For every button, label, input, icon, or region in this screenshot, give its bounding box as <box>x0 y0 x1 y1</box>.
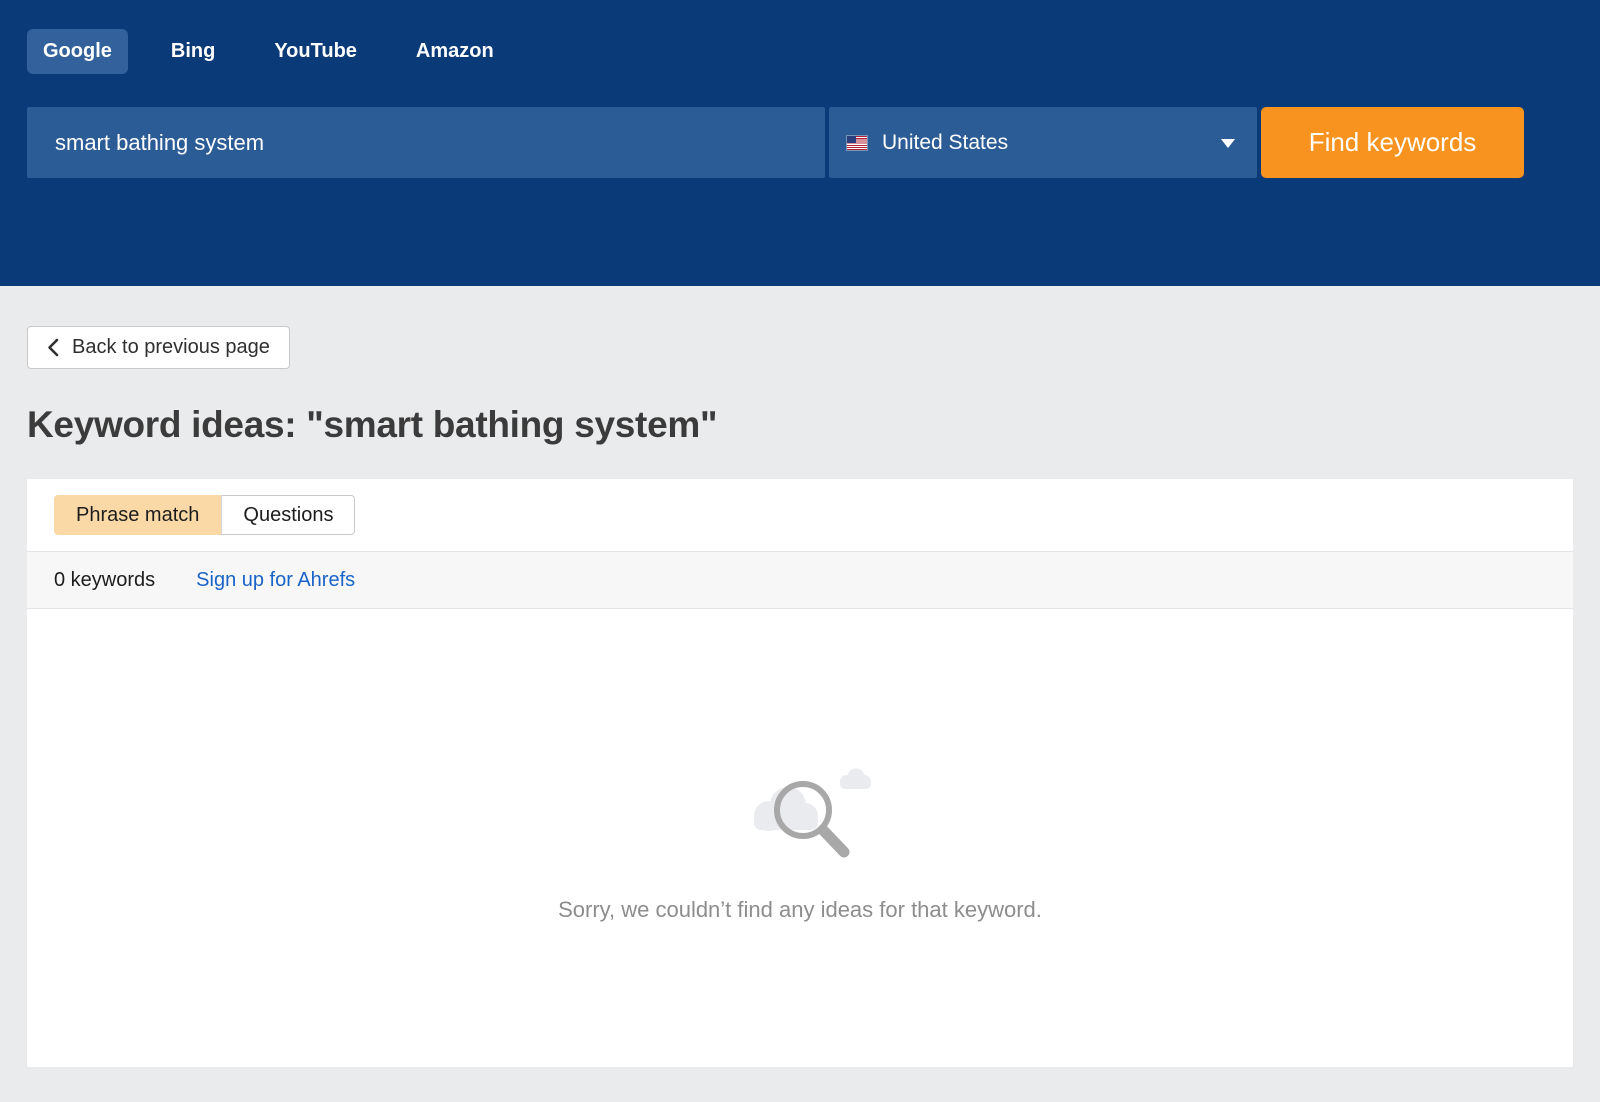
country-label: United States <box>882 131 1008 155</box>
country-select[interactable]: United States <box>829 107 1257 178</box>
keyword-count: 0 keywords <box>54 569 155 592</box>
engine-tab-google[interactable]: Google <box>27 29 128 74</box>
stats-row: 0 keywords Sign up for Ahrefs <box>27 551 1573 609</box>
engine-tab-youtube[interactable]: YouTube <box>258 29 373 74</box>
empty-search-illustration <box>725 753 875 863</box>
page-title: Keyword ideas: "smart bathing system" <box>27 404 1573 446</box>
empty-message: Sorry, we couldn’t find any ideas for th… <box>558 897 1042 923</box>
signup-link[interactable]: Sign up for Ahrefs <box>196 569 355 592</box>
tab-phrase-match[interactable]: Phrase match <box>54 495 221 535</box>
engine-tab-bing[interactable]: Bing <box>155 29 231 74</box>
results-card: Phrase match Questions 0 keywords Sign u… <box>27 479 1573 1067</box>
back-button-label: Back to previous page <box>72 336 270 359</box>
search-engine-tabs: Google Bing YouTube Amazon <box>27 29 1573 74</box>
chevron-left-icon <box>47 338 59 357</box>
engine-tab-amazon[interactable]: Amazon <box>400 29 510 74</box>
result-tabs: Phrase match Questions <box>54 495 355 535</box>
empty-state: Sorry, we couldn’t find any ideas for th… <box>27 609 1573 1067</box>
result-tabs-row: Phrase match Questions <box>27 479 1573 551</box>
us-flag-icon <box>847 136 867 150</box>
page-content: Back to previous page Keyword ideas: "sm… <box>0 286 1600 1067</box>
caret-down-icon <box>1221 139 1235 148</box>
keyword-search-bar: United States Find keywords <box>27 107 1573 178</box>
top-header: Google Bing YouTube Amazon United States… <box>0 0 1600 286</box>
tab-questions[interactable]: Questions <box>221 495 355 535</box>
back-button[interactable]: Back to previous page <box>27 326 290 369</box>
find-keywords-button[interactable]: Find keywords <box>1261 107 1524 178</box>
keyword-input[interactable] <box>27 107 825 178</box>
